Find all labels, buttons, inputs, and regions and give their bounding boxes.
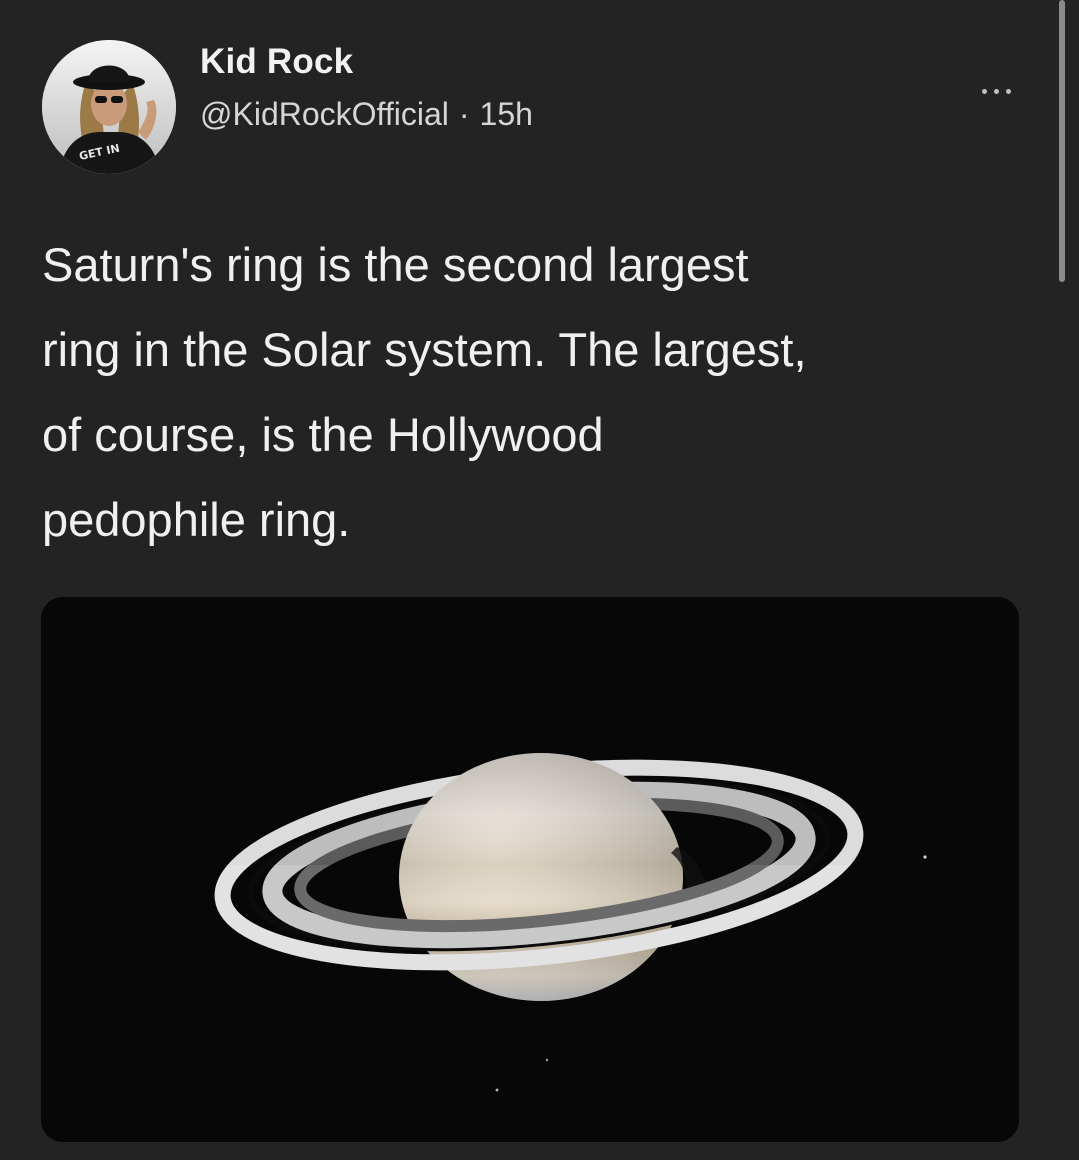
avatar[interactable]: GET IN xyxy=(42,40,176,174)
avatar-image: GET IN xyxy=(42,40,176,174)
tweet-text: Saturn's ring is the second largest ring… xyxy=(42,238,807,546)
saturn-image xyxy=(41,597,1019,1142)
timestamp[interactable]: 15h xyxy=(480,96,533,132)
ellipsis-icon xyxy=(1005,88,1011,94)
display-name[interactable]: Kid Rock xyxy=(200,42,353,82)
more-options-button[interactable] xyxy=(968,74,1024,108)
user-handle[interactable]: @KidRockOfficial xyxy=(200,96,449,132)
separator-dot: · xyxy=(458,96,470,132)
tweet-media[interactable] xyxy=(41,597,1019,1142)
handle-line: @KidRockOfficial · 15h xyxy=(200,96,533,133)
ellipsis-icon xyxy=(981,88,987,94)
ellipsis-icon xyxy=(993,88,999,94)
tweet-card: GET IN Kid Rock @KidRockOfficial · 15h Sat… xyxy=(0,0,1079,1160)
scrollbar[interactable] xyxy=(1059,0,1065,282)
